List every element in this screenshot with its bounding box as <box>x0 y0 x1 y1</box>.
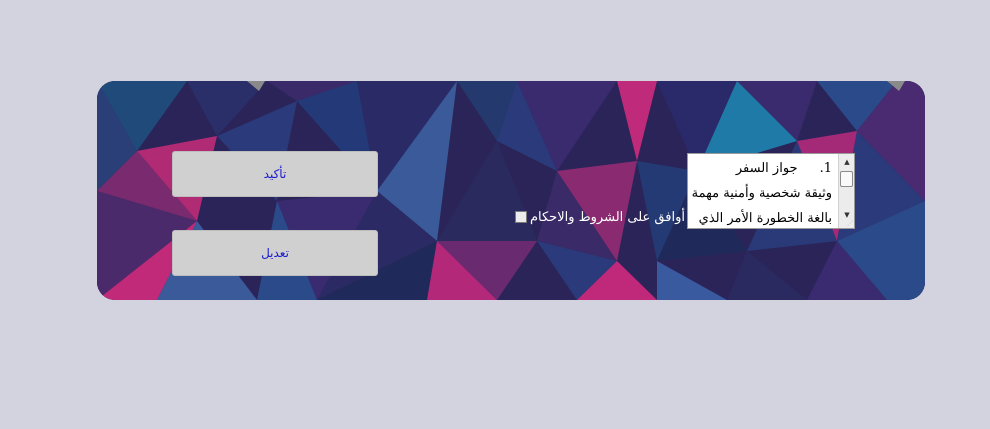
terms-item-title: جواز السفر <box>735 161 798 176</box>
terms-line-2: وثيقة شخصية وأمنية مهمة <box>691 186 832 201</box>
edit-button[interactable]: تعديل <box>172 230 378 276</box>
terms-line-1: 1. جواز السفر <box>692 156 832 181</box>
agree-terms-checkbox[interactable] <box>514 211 527 223</box>
scroll-up-arrow-icon[interactable]: ▲ <box>840 155 854 169</box>
terms-line-3: بالغة الخطورة الأمر الذي <box>698 211 832 226</box>
terms-textarea[interactable]: 1. جواز السفر وثيقة شخصية وأمنية مهمة بال… <box>687 153 855 229</box>
edit-button-label: تعديل <box>261 246 289 260</box>
scroll-thumb[interactable] <box>840 171 853 187</box>
terms-text: 1. جواز السفر وثيقة شخصية وأمنية مهمة بال… <box>688 154 838 228</box>
confirm-button[interactable]: تأكيد <box>172 151 378 197</box>
agree-terms-row: أوافق على الشروط والاحكام <box>514 207 685 227</box>
agree-terms-label: أوافق على الشروط والاحكام <box>529 209 685 225</box>
registration-panel: تأكيد تعديل 1. جواز السفر وثيقة شخصية وأم… <box>97 81 925 300</box>
terms-scrollbar[interactable]: ▲ ▼ <box>838 154 854 228</box>
terms-item-number: 1. <box>819 161 832 176</box>
resize-grip-icon[interactable]: ⋰ <box>847 220 853 227</box>
confirm-button-label: تأكيد <box>263 167 287 181</box>
